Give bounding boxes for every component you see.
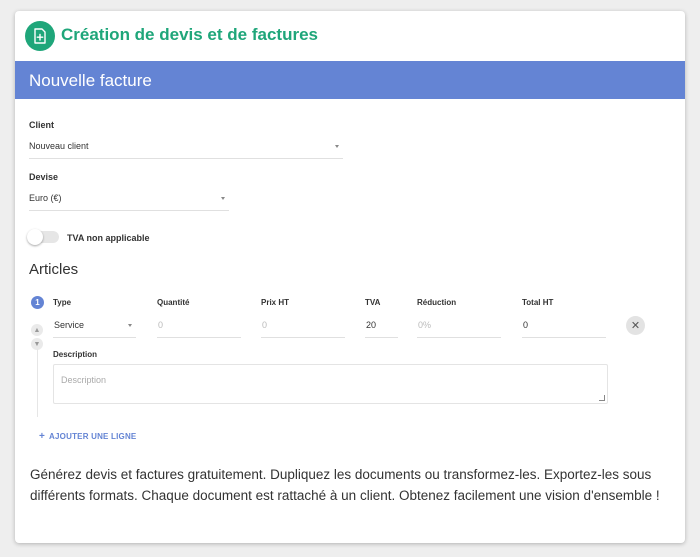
description-text: Générez devis et factures gratuitement. … (30, 467, 660, 503)
toggle-knob (27, 229, 43, 245)
total-value: 0 (523, 320, 529, 330)
line-number-badge: 1 (31, 296, 44, 309)
vat-input[interactable]: 20 (365, 314, 398, 338)
invoice-card: Création de devis et de factures Nouvell… (15, 11, 685, 543)
quantity-placeholder: 0 (158, 320, 164, 330)
move-up-button[interactable]: ▲ (31, 324, 43, 336)
document-plus-icon (25, 21, 55, 51)
column-header-discount: Réduction (417, 298, 457, 307)
column-header-unit-price: Prix HT (261, 298, 290, 307)
discount-placeholder: 0% (418, 320, 432, 330)
client-select-value: Nouveau client (29, 141, 89, 151)
vat-toggle-label: TVA non applicable (67, 233, 150, 243)
chevron-up-icon: ▲ (33, 326, 41, 334)
app-header: Création de devis et de factures (15, 11, 685, 61)
description-placeholder: Description (61, 375, 107, 385)
column-header-quantity: Quantité (157, 298, 190, 307)
column-header-total: Total HT (522, 298, 554, 307)
client-label: Client (29, 120, 55, 130)
articles-title: Articles (29, 261, 79, 278)
column-header-type: Type (53, 298, 72, 307)
caret-down-icon (221, 197, 225, 200)
resize-handle-icon[interactable] (599, 395, 605, 401)
page-banner: Nouvelle facture (15, 61, 685, 99)
add-line-label: AJOUTER UNE LIGNE (49, 432, 137, 441)
quantity-input[interactable]: 0 (157, 314, 241, 338)
discount-input[interactable]: 0% (417, 314, 501, 338)
add-line-button[interactable]: + AJOUTER UNE LIGNE (39, 431, 136, 442)
close-icon: ✕ (630, 320, 641, 332)
remove-line-button[interactable]: ✕ (626, 316, 645, 335)
client-select[interactable]: Nouveau client (29, 135, 343, 159)
plus-icon: + (39, 431, 46, 442)
app-title: Création de devis et de factures (61, 25, 318, 44)
type-select[interactable]: Service (53, 314, 136, 338)
unit-price-placeholder: 0 (262, 320, 268, 330)
currency-label: Devise (29, 172, 59, 182)
chevron-down-icon: ▼ (33, 340, 41, 348)
description-textarea[interactable]: Description (53, 364, 608, 404)
caret-down-icon (335, 145, 339, 148)
column-header-vat: TVA (365, 298, 381, 307)
line-divider (37, 349, 38, 417)
page-title: Nouvelle facture (29, 71, 152, 90)
caret-down-icon (128, 324, 132, 327)
description-label: Description (53, 350, 98, 359)
vat-toggle[interactable] (27, 229, 59, 245)
unit-price-input[interactable]: 0 (261, 314, 345, 338)
currency-select[interactable]: Euro (€) (29, 187, 229, 211)
total-field: 0 (522, 314, 606, 338)
type-select-value: Service (54, 320, 85, 330)
vat-value: 20 (366, 320, 377, 330)
currency-select-value: Euro (€) (29, 193, 62, 203)
